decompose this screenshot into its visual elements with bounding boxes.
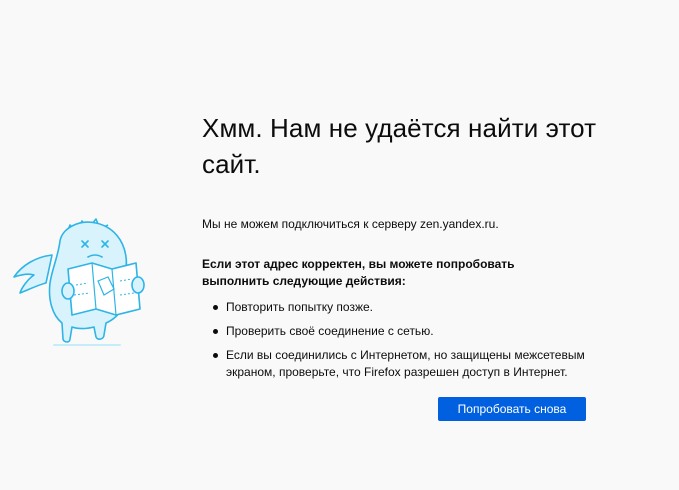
- error-description: Мы не можем подключиться к серверу zen.y…: [202, 217, 499, 231]
- list-item-text: Повторить попытку позже.: [226, 300, 373, 314]
- bullet-icon: [213, 329, 218, 334]
- advice-title: Если этот адрес корректен, вы можете поп…: [202, 257, 515, 288]
- retry-button[interactable]: Попробовать снова: [438, 397, 586, 421]
- list-item: Повторить попытку позже.: [202, 299, 596, 316]
- page-title: Хмм. Нам не удаётся найти этот сайт.: [202, 113, 597, 179]
- bullet-icon: [213, 353, 218, 358]
- list-item-text: Если вы соединились с Интернетом, но защ…: [226, 348, 585, 379]
- list-item: Если вы соединились с Интернетом, но защ…: [202, 347, 596, 381]
- list-item-text: Проверить своё соединение с сетью.: [226, 324, 434, 338]
- list-item: Проверить своё соединение с сетью.: [202, 323, 596, 340]
- bullet-icon: [213, 305, 218, 310]
- lost-dinosaur-with-map-icon: [8, 185, 158, 360]
- advice-list: Повторить попытку позже. Проверить своё …: [202, 299, 602, 381]
- error-content: Хмм. Нам не удаётся найти этот сайт. Мы …: [202, 110, 602, 388]
